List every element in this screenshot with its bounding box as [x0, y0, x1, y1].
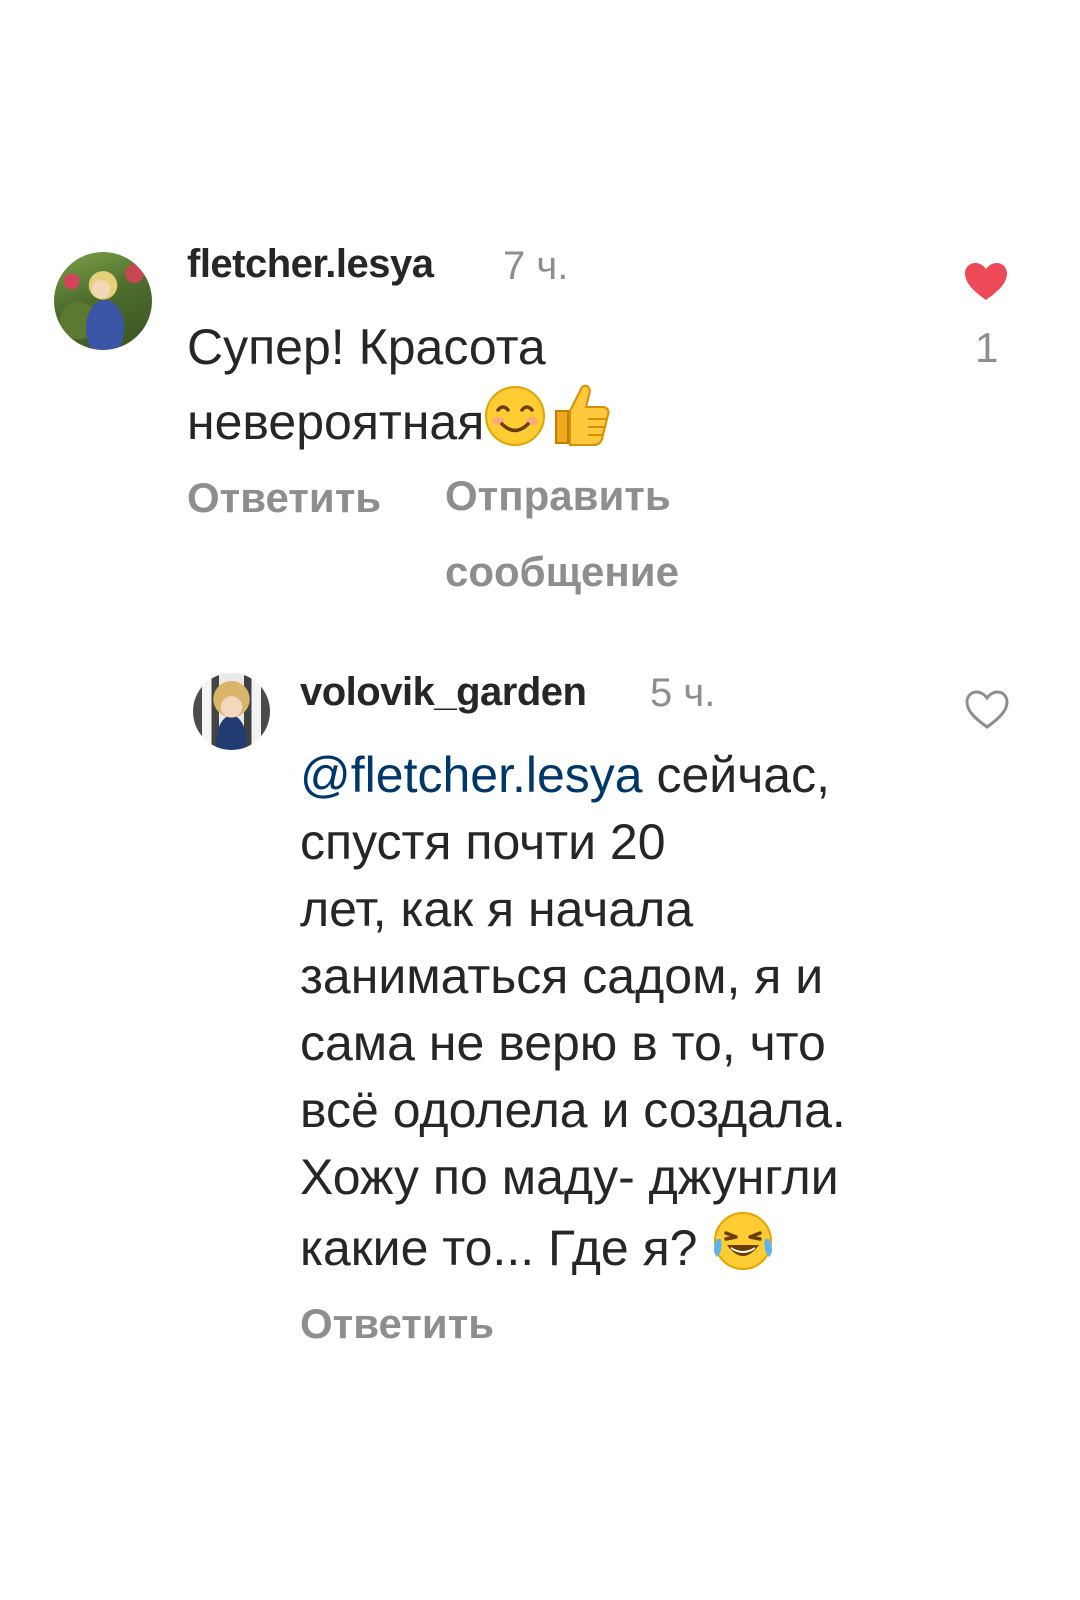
comment-text-line: невероятная [187, 394, 485, 450]
comment-time: 7 ч. [503, 244, 569, 288]
send-message-line: сообщение [445, 548, 679, 595]
comment-text: Супер! Красота невероятная [187, 314, 612, 464]
comment-text: @fletcher.lesya сейчас, спустя почти 20 … [300, 742, 846, 1290]
comment-time: 5 ч. [650, 671, 716, 715]
comment-username[interactable]: fletcher.lesya [187, 242, 434, 287]
comment-text-line: какие то... Где я? [300, 1220, 712, 1276]
heart-outline-icon[interactable] [965, 690, 1009, 735]
like-count[interactable]: 1 [975, 324, 998, 372]
comment-text-line: лет, как я начала [300, 881, 694, 937]
comment-text-line: сейчас, [642, 747, 830, 803]
thumbs-up-emoji [550, 381, 612, 464]
comment-text-line: сама не верю в то, что [300, 1015, 826, 1071]
comment-text-line: Супер! Красота [187, 319, 546, 375]
comment-text-line: Хожу по маду- джунгли [300, 1149, 839, 1205]
comment-text-line: всё одолела и создала. [300, 1082, 846, 1138]
comment-username[interactable]: volovik_garden [300, 670, 587, 715]
comment-text-line: спустя почти 20 [300, 814, 666, 870]
send-message-line: Отправить [445, 472, 671, 519]
tears-of-joy-emoji [711, 1211, 775, 1290]
smiling-face-emoji [484, 385, 546, 464]
send-message-button[interactable]: Отправить сообщение [445, 458, 679, 610]
reply-button[interactable]: Ответить [300, 1300, 494, 1348]
heart-filled-icon[interactable] [964, 262, 1008, 307]
avatar[interactable] [193, 673, 270, 750]
comment-text-line: заниматься садом, я и [300, 948, 824, 1004]
mention-link[interactable]: @fletcher.lesya [300, 747, 643, 803]
reply-button[interactable]: Ответить [187, 474, 381, 522]
avatar[interactable] [54, 252, 152, 350]
